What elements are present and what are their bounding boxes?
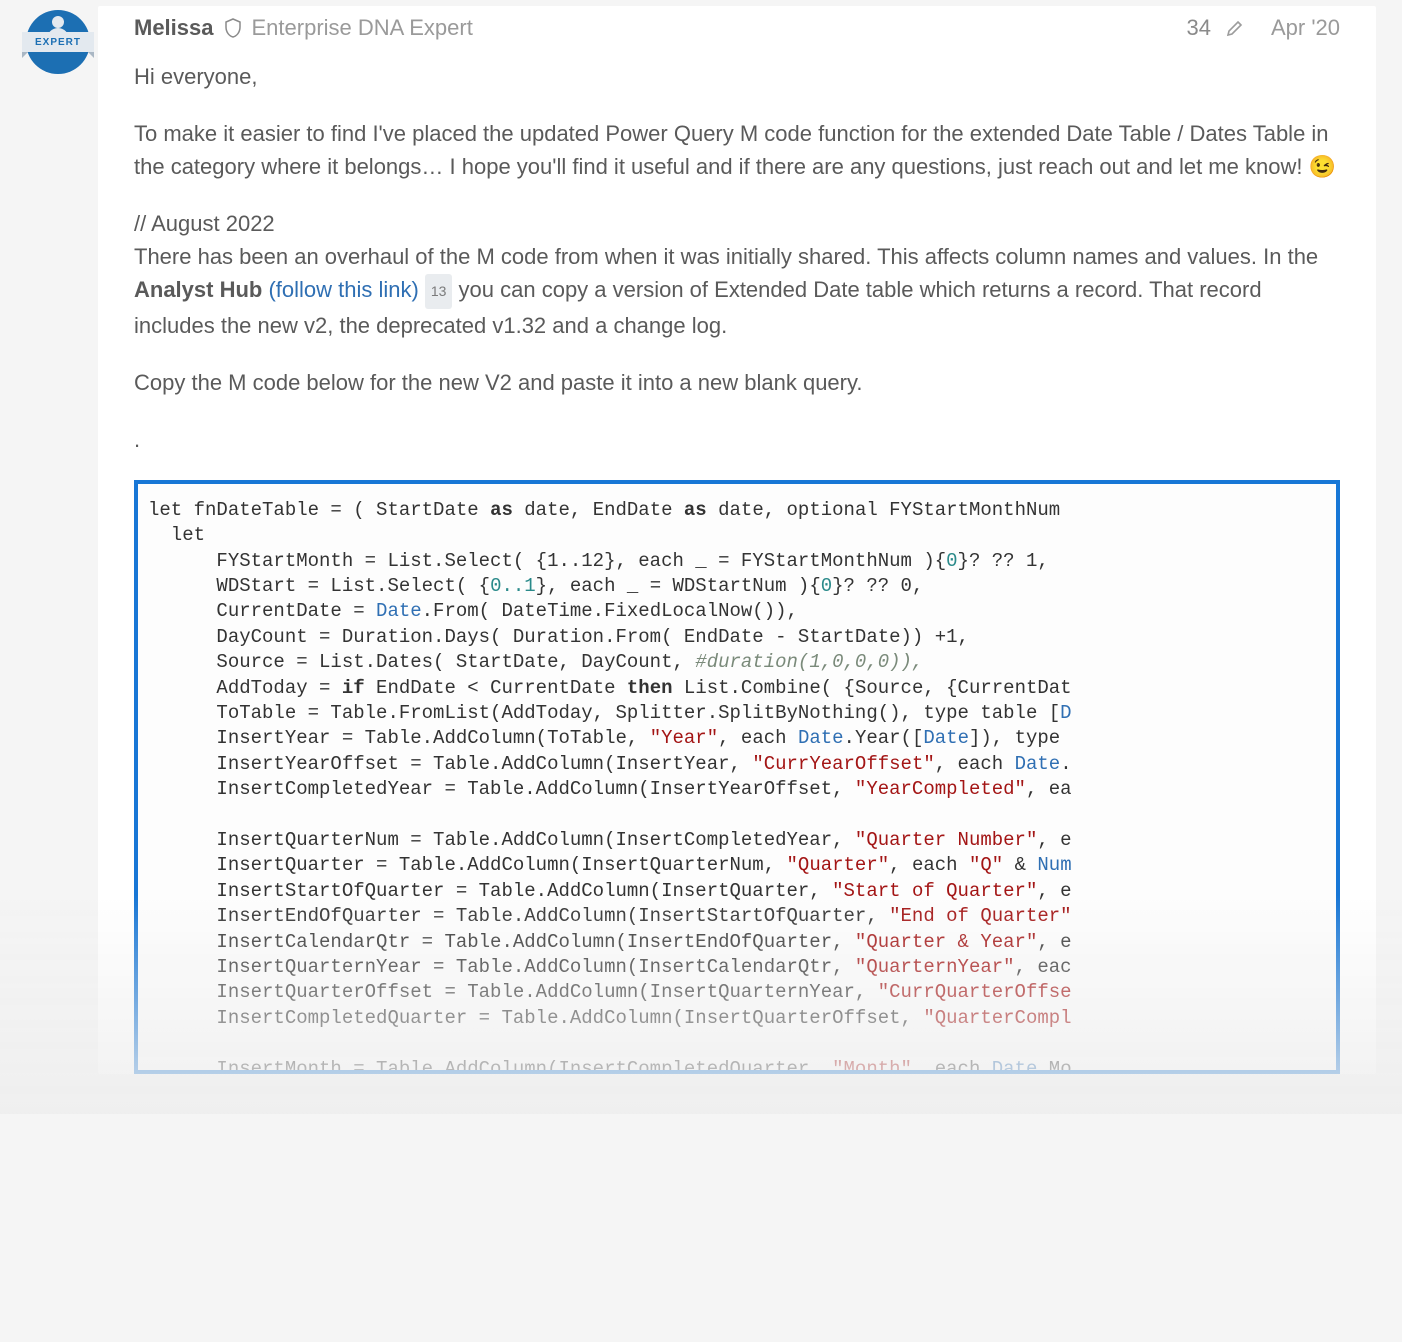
post-container: Melissa Enterprise DNA Expert 34 Apr '20… bbox=[98, 6, 1376, 1074]
link-click-badge: 13 bbox=[425, 274, 453, 309]
code-content[interactable]: let fnDateTable = ( StartDate as date, E… bbox=[138, 484, 1336, 1070]
avatar-glyph-head bbox=[52, 16, 64, 28]
update-text-a: There has been an overhaul of the M code… bbox=[134, 244, 1318, 269]
pencil-icon[interactable] bbox=[1225, 18, 1245, 38]
greeting: Hi everyone, bbox=[134, 60, 1340, 93]
user-role: Enterprise DNA Expert bbox=[252, 14, 473, 42]
avatar-column: EXPERT bbox=[18, 6, 98, 74]
username[interactable]: Melissa bbox=[134, 14, 214, 42]
avatar-ribbon: EXPERT bbox=[22, 32, 94, 52]
avatar[interactable]: EXPERT bbox=[26, 10, 90, 74]
paragraph-update: // August 2022 There has been an overhau… bbox=[134, 207, 1340, 342]
post-body: Hi everyone, To make it easier to find I… bbox=[134, 60, 1340, 1074]
follow-link[interactable]: (follow this link) bbox=[268, 277, 418, 302]
post-date[interactable]: Apr '20 bbox=[1271, 14, 1340, 42]
code-scroll-region[interactable]: let fnDateTable = ( StartDate as date, E… bbox=[138, 484, 1336, 1070]
paragraph-instruction: Copy the M code below for the new V2 and… bbox=[134, 366, 1340, 399]
code-block: let fnDateTable = ( StartDate as date, E… bbox=[134, 480, 1340, 1074]
update-label: // August 2022 bbox=[134, 211, 275, 236]
shield-icon bbox=[224, 18, 242, 38]
post-header: Melissa Enterprise DNA Expert 34 Apr '20 bbox=[134, 14, 1340, 60]
paragraph-intro: To make it easier to find I've placed th… bbox=[134, 117, 1340, 183]
lone-dot: . bbox=[134, 423, 1340, 456]
analyst-hub-strong: Analyst Hub bbox=[134, 277, 262, 302]
edit-count[interactable]: 34 bbox=[1186, 14, 1210, 42]
